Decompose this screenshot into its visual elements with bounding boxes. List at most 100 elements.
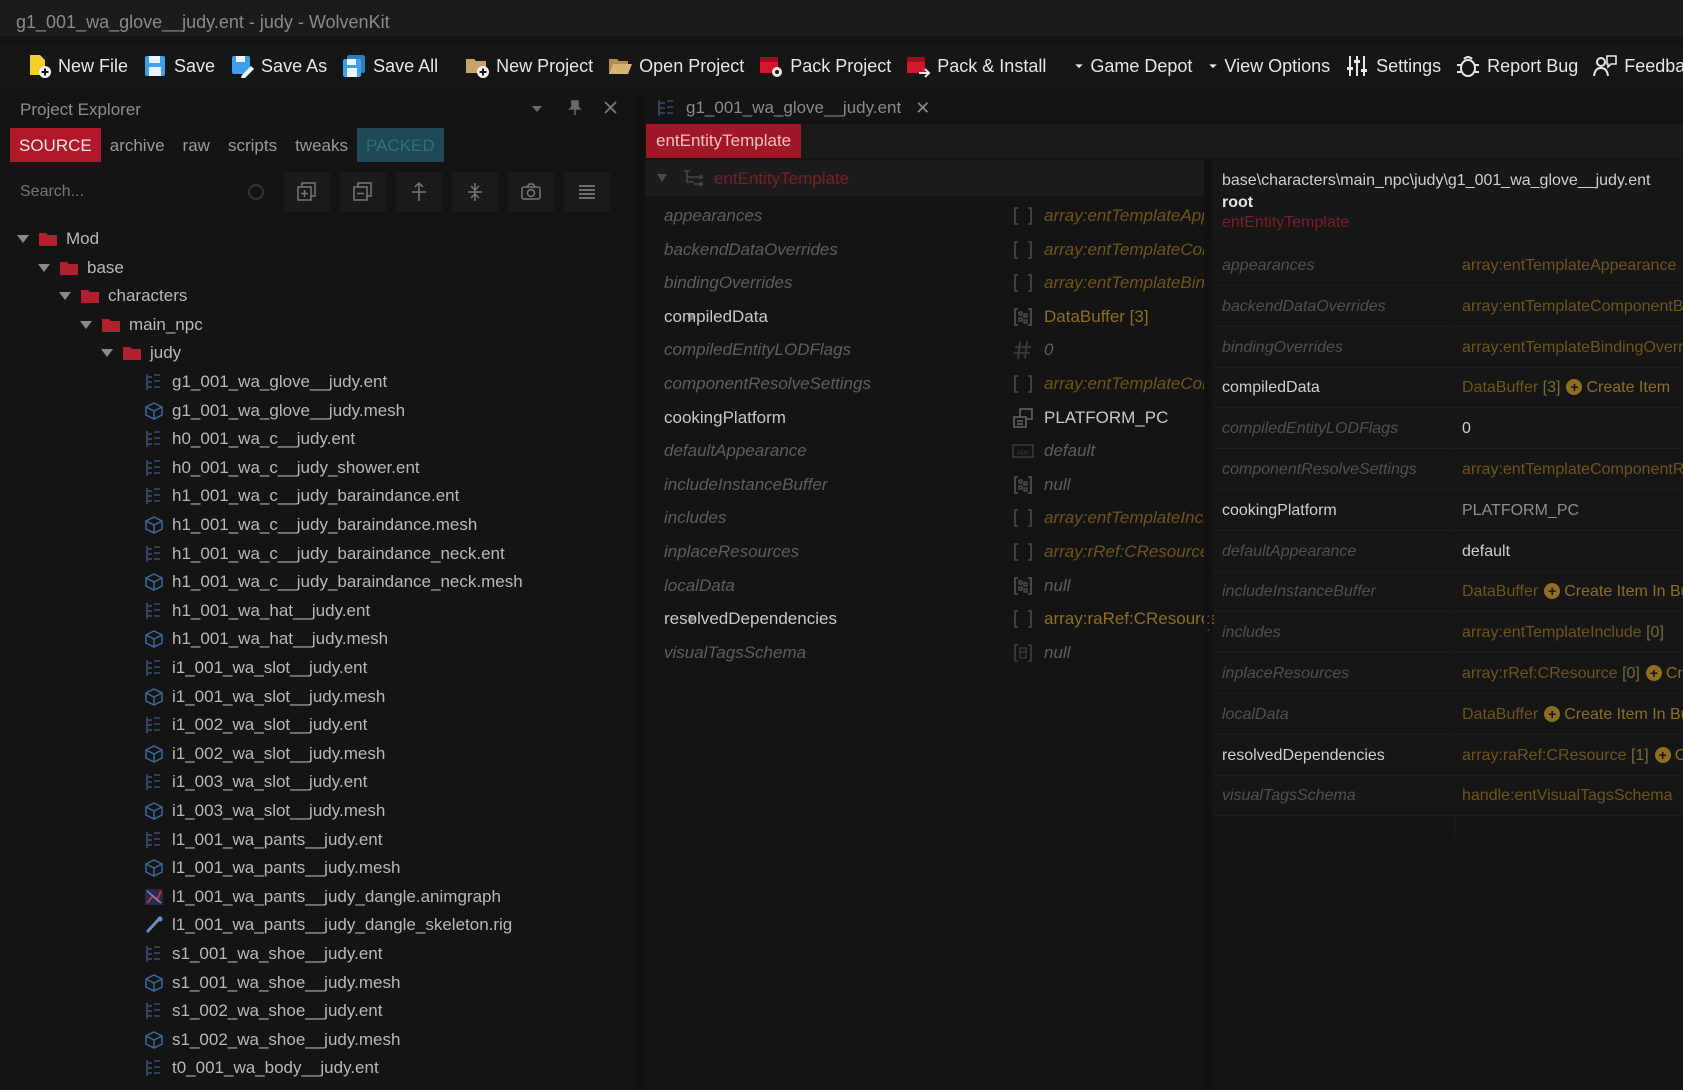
tree-folder-item[interactable]: judy	[100, 340, 181, 366]
property-grid-value[interactable]: array:rRef:CResource [0] +Create	[1462, 665, 1683, 683]
create-item-button[interactable]: Create Item	[1586, 379, 1670, 396]
panel-splitter[interactable]	[636, 92, 644, 1090]
tab-source[interactable]: SOURCE	[10, 128, 101, 162]
view-toggle-button[interactable]	[508, 172, 554, 212]
tree-file-item[interactable]: h1_001_wa_c__judy_baraindance_neck.mesh	[144, 569, 523, 595]
expand-arrow-icon[interactable]	[16, 232, 30, 246]
property-grid-row[interactable]: cookingPlatform PLATFORM_PC	[1214, 490, 1683, 531]
property-tree-row[interactable]: includeInstanceBuffer null	[646, 467, 1204, 501]
open-project-button[interactable]: Open Project	[607, 48, 744, 84]
tree-file-item[interactable]: h1_001_wa_hat__judy.mesh	[144, 626, 388, 652]
create-item-button[interactable]: Create Item In Buffer	[1564, 583, 1683, 600]
property-grid-row[interactable]: appearances array:entTemplateAppearance	[1214, 246, 1683, 286]
property-grid-value[interactable]: PLATFORM_PC	[1462, 502, 1683, 520]
tab-archive[interactable]: archive	[101, 128, 174, 162]
property-grid-value[interactable]: array:entTemplateAppearance	[1462, 257, 1683, 275]
property-grid-row[interactable]: localData DataBuffer +Create Item In Buffe…	[1214, 694, 1683, 735]
tree-file-item[interactable]: h1_001_wa_c__judy_baraindance.mesh	[144, 512, 477, 538]
tree-file-item[interactable]: h1_001_wa_c__judy_baraindance.ent	[144, 483, 459, 509]
tree-file-item[interactable]: g1_001_wa_glove__judy.mesh	[144, 398, 405, 424]
create-item-button[interactable]: Create	[1675, 747, 1683, 764]
tree-folder-item[interactable]: Mod	[16, 226, 99, 252]
property-grid-row[interactable]: visualTagsSchema handle:entVisualTagsSche…	[1214, 776, 1683, 817]
property-grid-value[interactable]: handle:entVisualTagsSchema	[1462, 787, 1683, 805]
property-grid-row[interactable]: defaultAppearance default	[1214, 531, 1683, 572]
close-tab-icon[interactable]: ✕	[915, 98, 930, 119]
tree-file-item[interactable]: s1_001_wa_shoe__judy.mesh	[144, 970, 400, 996]
property-tree-row[interactable]: compiledEntityLODFlags 0	[646, 332, 1204, 366]
property-tree-row[interactable]: resolvedDependencies array:raRef:CResourc…	[646, 601, 1219, 635]
property-tree-row[interactable]: localData null	[646, 568, 1204, 602]
tree-file-item[interactable]: l1_001_wa_pants__judy_dangle_skeleton.ri…	[144, 912, 512, 938]
tab-raw[interactable]: raw	[174, 128, 219, 162]
breadcrumb-item[interactable]: entEntityTemplate	[646, 124, 802, 158]
property-tree-row[interactable]: compiledData DataBuffer [3]	[646, 299, 1204, 333]
property-grid-value[interactable]: DataBuffer +Create Item In Buffer	[1462, 705, 1683, 724]
tree-folder-item[interactable]: main_npc	[79, 312, 203, 338]
property-tree-row[interactable]: appearances array:entTemplateApp	[646, 198, 1211, 232]
tree-file-item[interactable]: h0_001_wa_c__judy.ent	[144, 426, 355, 452]
feedback-button[interactable]: Feedback	[1592, 48, 1683, 84]
explorer-menu-button[interactable]	[564, 172, 610, 212]
property-grid-row[interactable]: includeInstanceBuffer DataBuffer + Create I…	[1214, 572, 1683, 613]
tab-tweaks[interactable]: tweaks	[286, 128, 357, 162]
property-grid-value[interactable]: array:entTemplateInclude [0]	[1462, 624, 1683, 642]
tree-file-item[interactable]: i1_002_wa_slot__judy.mesh	[144, 741, 385, 767]
property-grid-value[interactable]: DataBuffer [3] + Create Item	[1462, 379, 1683, 397]
tree-file-item[interactable]: i1_001_wa_slot__judy.mesh	[144, 684, 385, 710]
property-grid-value[interactable]: 0	[1462, 420, 1683, 438]
property-tree-row[interactable]: visualTagsSchema null	[646, 635, 1204, 669]
expand-arrow-icon[interactable]	[79, 318, 93, 332]
create-item-button[interactable]: Create Item In Buffer	[1564, 706, 1683, 723]
property-grid-row[interactable]: compiledData DataBuffer [3] + Create Item	[1214, 368, 1683, 409]
property-grid-row[interactable]: componentResolveSettings array:entTemplat…	[1214, 450, 1683, 490]
expand-arrow-icon[interactable]	[58, 289, 72, 303]
property-grid-value[interactable]: array:entTemplateComponentBackendDataOve…	[1462, 298, 1683, 316]
add-item-icon[interactable]: +	[1544, 583, 1561, 600]
property-grid-row[interactable]: compiledEntityLODFlags 0	[1214, 409, 1683, 450]
tree-file-item[interactable]: t0_001_wa_body__judy.ent	[144, 1055, 379, 1081]
add-item-icon[interactable]: +	[1654, 746, 1671, 763]
report-bug-button[interactable]: Report Bug	[1455, 48, 1578, 84]
tab-packed[interactable]: PACKED	[357, 128, 444, 162]
explorer-search-input[interactable]	[10, 172, 272, 212]
property-tree-row[interactable]: bindingOverrides array:entTemplateBin	[646, 265, 1205, 299]
tree-file-item[interactable]: h1_001_wa_c__judy_baraindance_neck.ent	[144, 541, 505, 567]
property-tree-row[interactable]: cookingPlatform PLATFORM_PC	[646, 400, 1204, 434]
property-grid-value[interactable]: array:raRef:CResource [1] + Create	[1462, 746, 1683, 765]
tree-file-item[interactable]: s1_002_wa_shoe__judy.ent	[144, 998, 382, 1024]
close-icon[interactable]	[604, 101, 617, 114]
view-options-dropdown[interactable]: View Options	[1206, 48, 1330, 84]
tree-file-item[interactable]: s1_001_wa_shoe__judy.ent	[144, 941, 382, 967]
property-grid-value[interactable]: default	[1462, 543, 1683, 561]
property-grid-value[interactable]: DataBuffer +Create Item In Buffer	[1462, 583, 1683, 601]
tree-file-item[interactable]: l1_001_wa_pants__judy_dangle.animgraph	[144, 884, 501, 910]
settings-button[interactable]: Settings	[1344, 48, 1441, 84]
pin-icon[interactable]	[568, 100, 582, 116]
save-button[interactable]: Save	[142, 48, 215, 84]
panel-menu-icon[interactable]	[530, 102, 544, 116]
property-tree-row[interactable]: defaultAppearance abc default	[646, 433, 1204, 467]
collapse-arrow-icon[interactable]	[656, 173, 668, 183]
tree-folder-item[interactable]: characters	[58, 283, 187, 309]
game-depot-dropdown[interactable]: Game Depot	[1072, 48, 1192, 84]
tree-file-item[interactable]: h0_001_wa_c__judy_shower.ent	[144, 455, 420, 481]
property-tree-row[interactable]: inplaceResources array:rRef:CResource	[646, 534, 1209, 568]
document-tab[interactable]: g1_001_wa_glove__judy.ent ✕	[646, 92, 940, 124]
property-grid-row[interactable]: resolvedDependencies array:raRef:CResourc…	[1214, 735, 1683, 776]
collapse-children-button[interactable]	[452, 172, 498, 212]
expand-arrow-icon[interactable]	[100, 346, 114, 360]
expand-all-button[interactable]	[284, 172, 330, 212]
tree-file-item[interactable]: i1_003_wa_slot__judy.mesh	[144, 798, 385, 824]
tree-file-item[interactable]: i1_001_wa_slot__judy.ent	[144, 655, 367, 681]
new-project-button[interactable]: New Project	[464, 48, 593, 84]
tree-root-row[interactable]: entEntityTemplate	[646, 160, 1204, 196]
expand-children-button[interactable]	[396, 172, 442, 212]
property-grid-value[interactable]: array:entTemplateBindingOverride	[1462, 339, 1683, 357]
tree-file-item[interactable]: l1_001_wa_pants__judy.mesh	[144, 855, 400, 881]
panel-splitter-right[interactable]: · · ·	[1204, 160, 1212, 1090]
property-grid-row[interactable]: inplaceResources array:rRef:CResource [0]…	[1214, 654, 1683, 694]
pack-project-button[interactable]: Pack Project	[758, 48, 891, 84]
pack-install-button[interactable]: Pack & Install	[905, 48, 1046, 84]
property-grid-row[interactable]: bindingOverrides array:entTemplateBinding…	[1214, 327, 1683, 368]
